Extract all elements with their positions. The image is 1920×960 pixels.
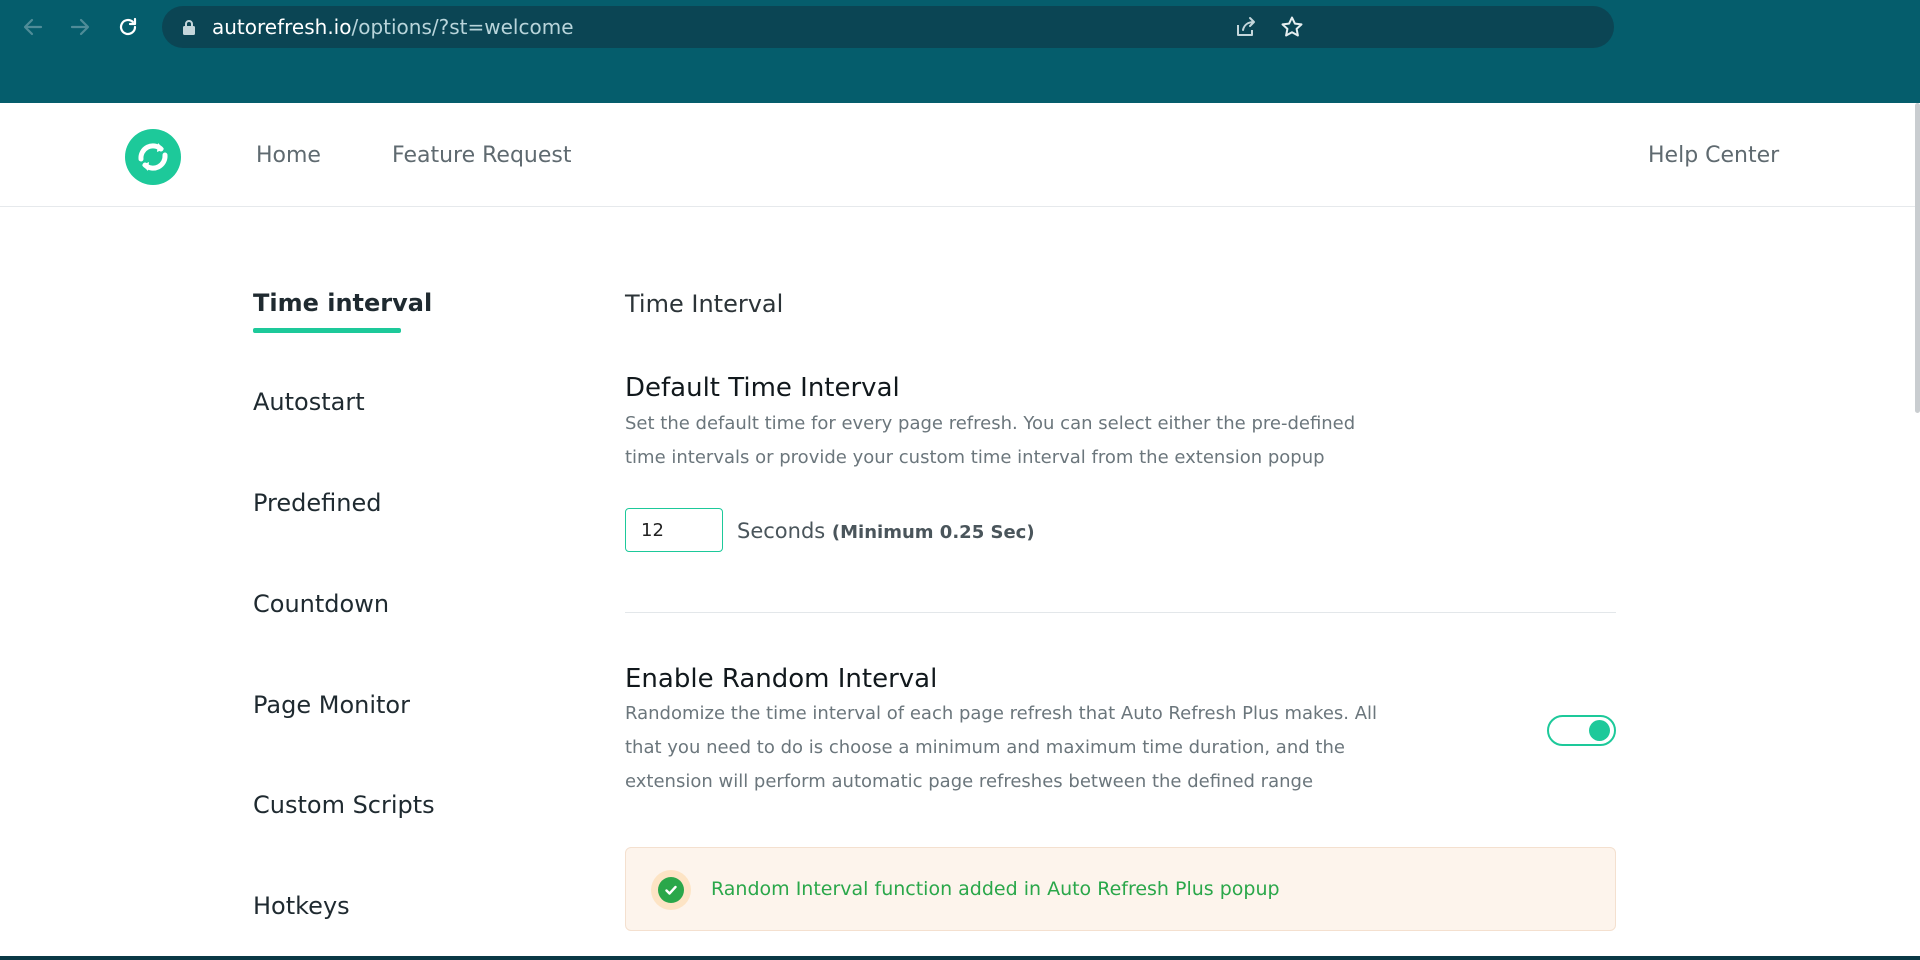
random-interval-description: Randomize the time interval of each page…: [625, 703, 1378, 792]
browser-toolbar: autorefresh.io/options/?st=welcome: [0, 0, 1920, 103]
share-icon[interactable]: [1234, 15, 1258, 39]
forward-button[interactable]: [63, 10, 97, 44]
sidebar-item-hotkeys[interactable]: Hotkeys: [253, 892, 350, 920]
interval-unit-label: Seconds (Minimum 0.25 Sec): [737, 518, 1035, 546]
interval-seconds-input[interactable]: [625, 508, 723, 552]
check-circle-icon: [651, 870, 691, 910]
page-scrollbar[interactable]: [1915, 103, 1920, 413]
bottom-edge: [0, 956, 1920, 960]
forward-arrow-icon: [70, 18, 90, 36]
site-header: Home Feature Request Help Center: [0, 103, 1920, 207]
section-divider: [625, 612, 1616, 613]
random-interval-heading: Enable Random Interval: [625, 664, 938, 694]
url-text[interactable]: autorefresh.io/options/?st=welcome: [212, 15, 574, 39]
checkmark-icon: [665, 885, 677, 895]
reload-icon: [119, 17, 137, 36]
sidebar-item-countdown[interactable]: Countdown: [253, 590, 389, 618]
address-bar[interactable]: autorefresh.io/options/?st=welcome: [162, 6, 1614, 48]
seconds-label: Seconds: [737, 519, 826, 543]
star-icon[interactable]: [1280, 15, 1304, 39]
sidebar-item-page-monitor[interactable]: Page Monitor: [253, 691, 410, 719]
nav-help-center-link[interactable]: Help Center: [1648, 143, 1779, 169]
back-button[interactable]: [16, 10, 50, 44]
nav-home-link[interactable]: Home: [256, 143, 321, 169]
refresh-logo-icon[interactable]: [125, 129, 181, 185]
back-arrow-icon: [23, 18, 43, 36]
toggle-knob: [1589, 720, 1610, 741]
random-interval-notice: Random Interval function added in Auto R…: [625, 847, 1616, 931]
check-circle-inner: [658, 877, 684, 903]
url-path: /options/?st=welcome: [351, 15, 574, 39]
sidebar-item-custom-scripts[interactable]: Custom Scripts: [253, 791, 435, 819]
sidebar-item-predefined[interactable]: Predefined: [253, 489, 381, 517]
random-interval-toggle[interactable]: [1547, 715, 1616, 746]
section-title: Time Interval: [625, 290, 784, 318]
reload-button[interactable]: [111, 10, 145, 44]
minimum-note: (Minimum 0.25 Sec): [831, 522, 1035, 543]
default-interval-description: Set the default time for every page refr…: [625, 413, 1356, 468]
sidebar-item-autostart[interactable]: Autostart: [253, 388, 365, 416]
nav-feature-request-link[interactable]: Feature Request: [392, 143, 572, 169]
default-interval-heading: Default Time Interval: [625, 373, 900, 403]
lock-icon: [183, 20, 195, 35]
url-host: autorefresh.io: [212, 15, 352, 39]
notice-text: Random Interval function added in Auto R…: [711, 878, 1280, 900]
active-tab-indicator: [253, 328, 401, 333]
sidebar-item-time-interval[interactable]: Time interval: [253, 289, 432, 317]
